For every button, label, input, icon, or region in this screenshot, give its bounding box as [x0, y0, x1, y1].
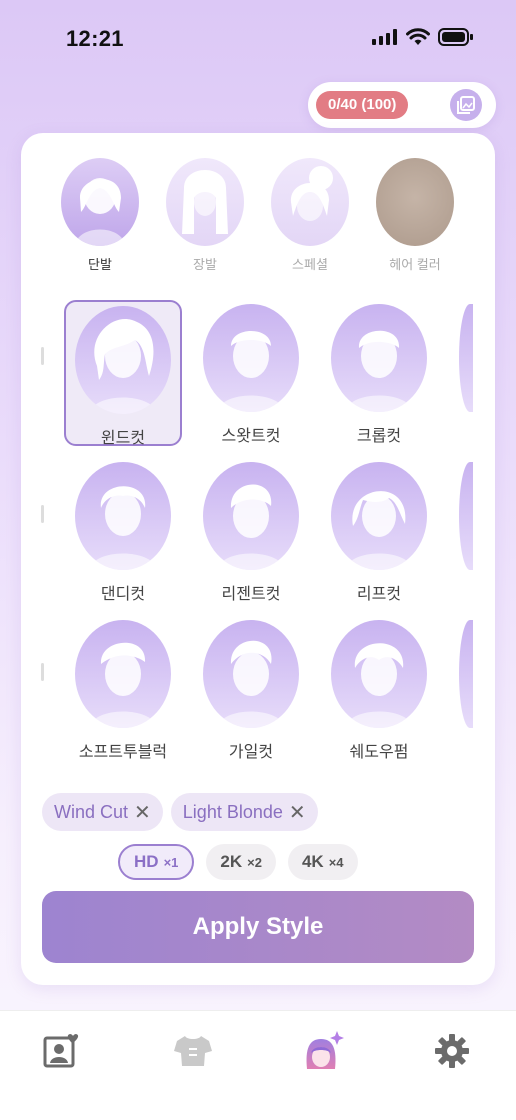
- style-item-guile-cut[interactable]: 가일컷: [192, 616, 310, 762]
- quality-label: 2K: [220, 852, 243, 871]
- style-label: 댄디컷: [100, 586, 146, 603]
- special-hair-thumbnail: [271, 158, 349, 246]
- quality-label: 4K: [301, 852, 324, 871]
- quality-hd[interactable]: HD ×1: [118, 844, 195, 880]
- gallery-icon: [457, 96, 475, 114]
- style-label: 스왓트컷: [221, 428, 281, 445]
- crop-cut-thumbnail: [331, 304, 427, 412]
- tab-profile[interactable]: [40, 1029, 84, 1073]
- style-item-crop-cut[interactable]: 크롭컷: [320, 300, 438, 446]
- status-icons: [372, 28, 474, 46]
- guile-cut-thumbnail: [203, 620, 299, 728]
- credits-badge: 0/40 (100): [316, 91, 409, 119]
- chip-label: Light Blonde: [182, 801, 283, 822]
- battery-icon: [438, 28, 473, 46]
- style-item-soft-two-block[interactable]: 소프트투블럭: [64, 616, 182, 762]
- shadow-perm-thumbnail: [331, 620, 427, 728]
- status-bar: 12:21: [0, 0, 516, 80]
- category-special[interactable]: 스페셜: [255, 158, 365, 273]
- quality-selector: HD ×1 2K ×2 4K ×4: [118, 844, 358, 880]
- close-icon[interactable]: ✕: [134, 800, 151, 825]
- swat-cut-thumbnail: [203, 304, 299, 412]
- shirt-icon: [174, 1036, 212, 1066]
- style-item-shadow-perm[interactable]: 쉐도우펌: [320, 616, 438, 762]
- long-hair-thumbnail: [166, 158, 244, 246]
- scroll-edge: [41, 663, 44, 681]
- quality-2k[interactable]: 2K ×2: [206, 844, 276, 880]
- dandy-cut-thumbnail: [75, 462, 171, 570]
- profile-heart-icon: [43, 1034, 79, 1068]
- avatar-sparkle-icon: [306, 1031, 344, 1069]
- style-item-dandy-cut[interactable]: 댄디컷: [64, 458, 182, 604]
- category-row: 단발 장발 스페셜 헤어 컬러: [21, 158, 495, 278]
- category-label: 스페셜: [292, 257, 328, 272]
- hair-color-swatch: [376, 158, 454, 246]
- category-label: 장발: [193, 257, 217, 272]
- quality-label: HD: [134, 852, 159, 871]
- tab-settings[interactable]: [430, 1029, 474, 1073]
- style-item-leaf-cut[interactable]: 리프컷: [320, 458, 438, 604]
- apply-style-button[interactable]: Apply Style: [42, 891, 474, 963]
- style-grid: 윈드컷 스왓트컷 크롭컷 댄디컷 리젠트컷 리프컷 소프트투블럭 가일컷 쉐도우…: [21, 295, 473, 765]
- scroll-edge: [41, 347, 44, 365]
- style-picker-card: 단발 장발 스페셜 헤어 컬러 윈드컷 스왓트컷 크롭컷 댄디컷 리젠트컷 리프…: [21, 133, 495, 985]
- category-label: 헤어 컬러: [389, 257, 441, 272]
- short-hair-thumbnail: [61, 158, 139, 246]
- category-short[interactable]: 단발: [45, 158, 155, 273]
- selected-chips: Wind Cut ✕ Light Blonde ✕: [42, 793, 318, 831]
- scroll-edge: [41, 505, 44, 523]
- next-item-peek: [459, 620, 473, 728]
- soft-two-block-thumbnail: [75, 620, 171, 728]
- style-label: 가일컷: [228, 744, 274, 761]
- regent-cut-thumbnail: [203, 462, 299, 570]
- signal-icon: [372, 29, 397, 45]
- style-label: 윈드컷: [100, 430, 146, 447]
- style-item-regent-cut[interactable]: 리젠트컷: [192, 458, 310, 604]
- style-label: 소프트투블럭: [78, 744, 168, 761]
- quality-multiplier: ×2: [247, 855, 262, 870]
- chip-wind-cut: Wind Cut ✕: [42, 793, 163, 831]
- tab-bar: [0, 1010, 516, 1120]
- style-label: 쉐도우펌: [349, 744, 409, 761]
- gear-icon: [435, 1034, 469, 1068]
- next-item-peek: [459, 304, 473, 412]
- chip-label: Wind Cut: [54, 801, 129, 822]
- credits-pill: 0/40 (100): [308, 82, 496, 128]
- next-item-peek: [459, 462, 473, 570]
- style-label: 리프컷: [356, 586, 402, 603]
- tab-outfit[interactable]: [171, 1029, 215, 1073]
- quality-4k[interactable]: 4K ×4: [287, 844, 358, 880]
- wifi-icon: [406, 28, 430, 45]
- leaf-cut-thumbnail: [331, 462, 427, 570]
- category-label: 단발: [88, 257, 112, 272]
- quality-multiplier: ×1: [163, 855, 179, 870]
- chip-light-blonde: Light Blonde ✕: [170, 793, 318, 831]
- tab-hair-studio[interactable]: [301, 1029, 345, 1073]
- quality-multiplier: ×4: [328, 855, 344, 870]
- style-item-swat-cut[interactable]: 스왓트컷: [192, 300, 310, 446]
- wind-cut-thumbnail: [75, 306, 171, 414]
- style-label: 크롭컷: [356, 428, 402, 445]
- gallery-button[interactable]: [450, 89, 482, 121]
- style-item-wind-cut[interactable]: 윈드컷: [64, 300, 182, 447]
- category-long[interactable]: 장발: [150, 158, 260, 273]
- clock: 12:21: [66, 26, 124, 51]
- close-icon[interactable]: ✕: [289, 800, 306, 825]
- category-hair-color[interactable]: 헤어 컬러: [360, 158, 470, 273]
- style-label: 리젠트컷: [221, 586, 281, 603]
